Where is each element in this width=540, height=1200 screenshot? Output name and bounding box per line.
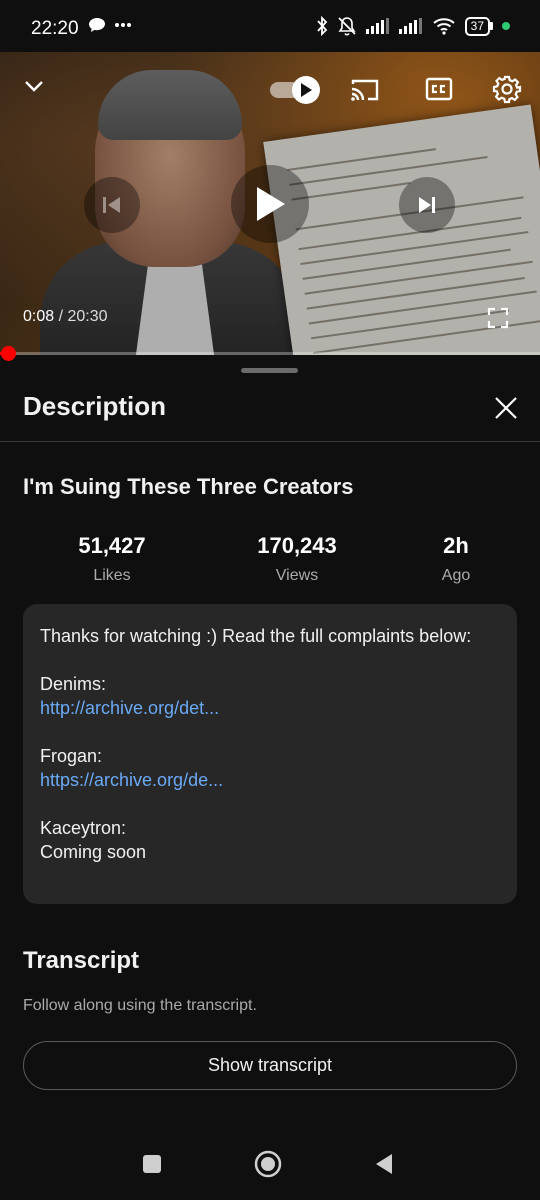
video-player[interactable]: 0:08 / 20:30 <box>0 52 540 355</box>
next-button[interactable] <box>399 177 455 233</box>
bluetooth-icon <box>316 16 327 36</box>
system-nav-bar <box>0 1130 540 1200</box>
autoplay-toggle-icon <box>270 76 320 104</box>
next-icon <box>419 197 435 213</box>
signal-icon <box>365 18 389 34</box>
transcript-subtitle: Follow along using the transcript. <box>23 997 257 1014</box>
stat-views: 170,243 Views <box>237 533 357 585</box>
progress-scrubber[interactable] <box>1 346 16 361</box>
chevron-down-icon <box>25 81 43 92</box>
battery-level: 37 <box>464 16 490 36</box>
home-circle-icon <box>254 1150 282 1178</box>
upload-age: 2h <box>443 533 469 558</box>
settings-button[interactable] <box>490 72 524 106</box>
captions-button[interactable] <box>424 74 454 104</box>
status-time: 22:20 <box>31 18 79 39</box>
panel-divider <box>0 441 540 442</box>
more-dots-icon <box>115 23 131 27</box>
battery-indicator: 37 <box>464 16 493 36</box>
panel-title: Description <box>23 391 167 421</box>
status-left-icons <box>88 17 132 33</box>
likes-label: Likes <box>93 567 131 584</box>
play-icon <box>257 187 285 221</box>
back-triangle-icon <box>376 1154 392 1174</box>
back-button[interactable] <box>362 1146 406 1182</box>
status-right-icons: 37 <box>316 16 510 36</box>
collapse-button[interactable] <box>18 72 50 100</box>
time-separator: / <box>54 308 68 325</box>
description-entry-name: Denims: <box>40 674 107 694</box>
wifi-icon <box>432 18 455 35</box>
recents-square-icon <box>143 1155 161 1173</box>
fullscreen-button[interactable] <box>484 304 512 332</box>
status-bar: 22:20 37 <box>0 0 540 52</box>
cast-button[interactable] <box>348 74 382 106</box>
description-entry-name: Kaceytron: <box>40 818 127 838</box>
close-icon <box>495 397 517 419</box>
views-count: 170,243 <box>257 533 337 558</box>
signal-icon <box>398 18 422 34</box>
video-duration: 20:30 <box>67 308 108 325</box>
current-time: 0:08 <box>23 308 55 325</box>
upload-age-label: Ago <box>441 567 471 584</box>
likes-count: 51,427 <box>78 533 146 558</box>
fullscreen-icon <box>487 307 509 329</box>
settings-gear-icon <box>492 75 522 104</box>
home-button[interactable] <box>246 1146 290 1182</box>
chat-bubble-icon <box>89 18 105 32</box>
progress-bar[interactable] <box>0 352 540 355</box>
bell-off-icon <box>338 17 356 36</box>
playback-time: 0:08 / 20:30 <box>23 308 108 326</box>
close-button[interactable] <box>490 392 522 424</box>
description-box[interactable]: Thanks for watching :) Read the full com… <box>23 604 517 904</box>
description-entry-name: Frogan: <box>40 746 103 766</box>
description-link[interactable]: http://archive.org/det... <box>40 696 500 720</box>
recents-button[interactable] <box>130 1146 174 1182</box>
stat-ago: 2h Ago <box>426 533 486 585</box>
description-link[interactable]: https://archive.org/de... <box>40 768 500 792</box>
previous-icon <box>103 197 120 213</box>
captions-icon <box>425 77 453 101</box>
cast-icon <box>351 79 379 101</box>
video-title: I'm Suing These Three Creators <box>23 474 354 499</box>
previous-button[interactable] <box>84 177 140 233</box>
description-entry-text: Coming soon <box>40 842 147 862</box>
stat-likes: 51,427 Likes <box>62 533 162 585</box>
play-button[interactable] <box>231 165 309 243</box>
description-intro: Thanks for watching :) Read the full com… <box>40 626 472 646</box>
autoplay-toggle[interactable] <box>268 74 324 106</box>
views-label: Views <box>275 567 319 584</box>
privacy-indicator-dot <box>502 22 510 30</box>
show-transcript-button[interactable]: Show transcript <box>23 1041 517 1090</box>
panel-drag-handle[interactable] <box>241 368 298 373</box>
transcript-heading: Transcript <box>23 947 140 974</box>
